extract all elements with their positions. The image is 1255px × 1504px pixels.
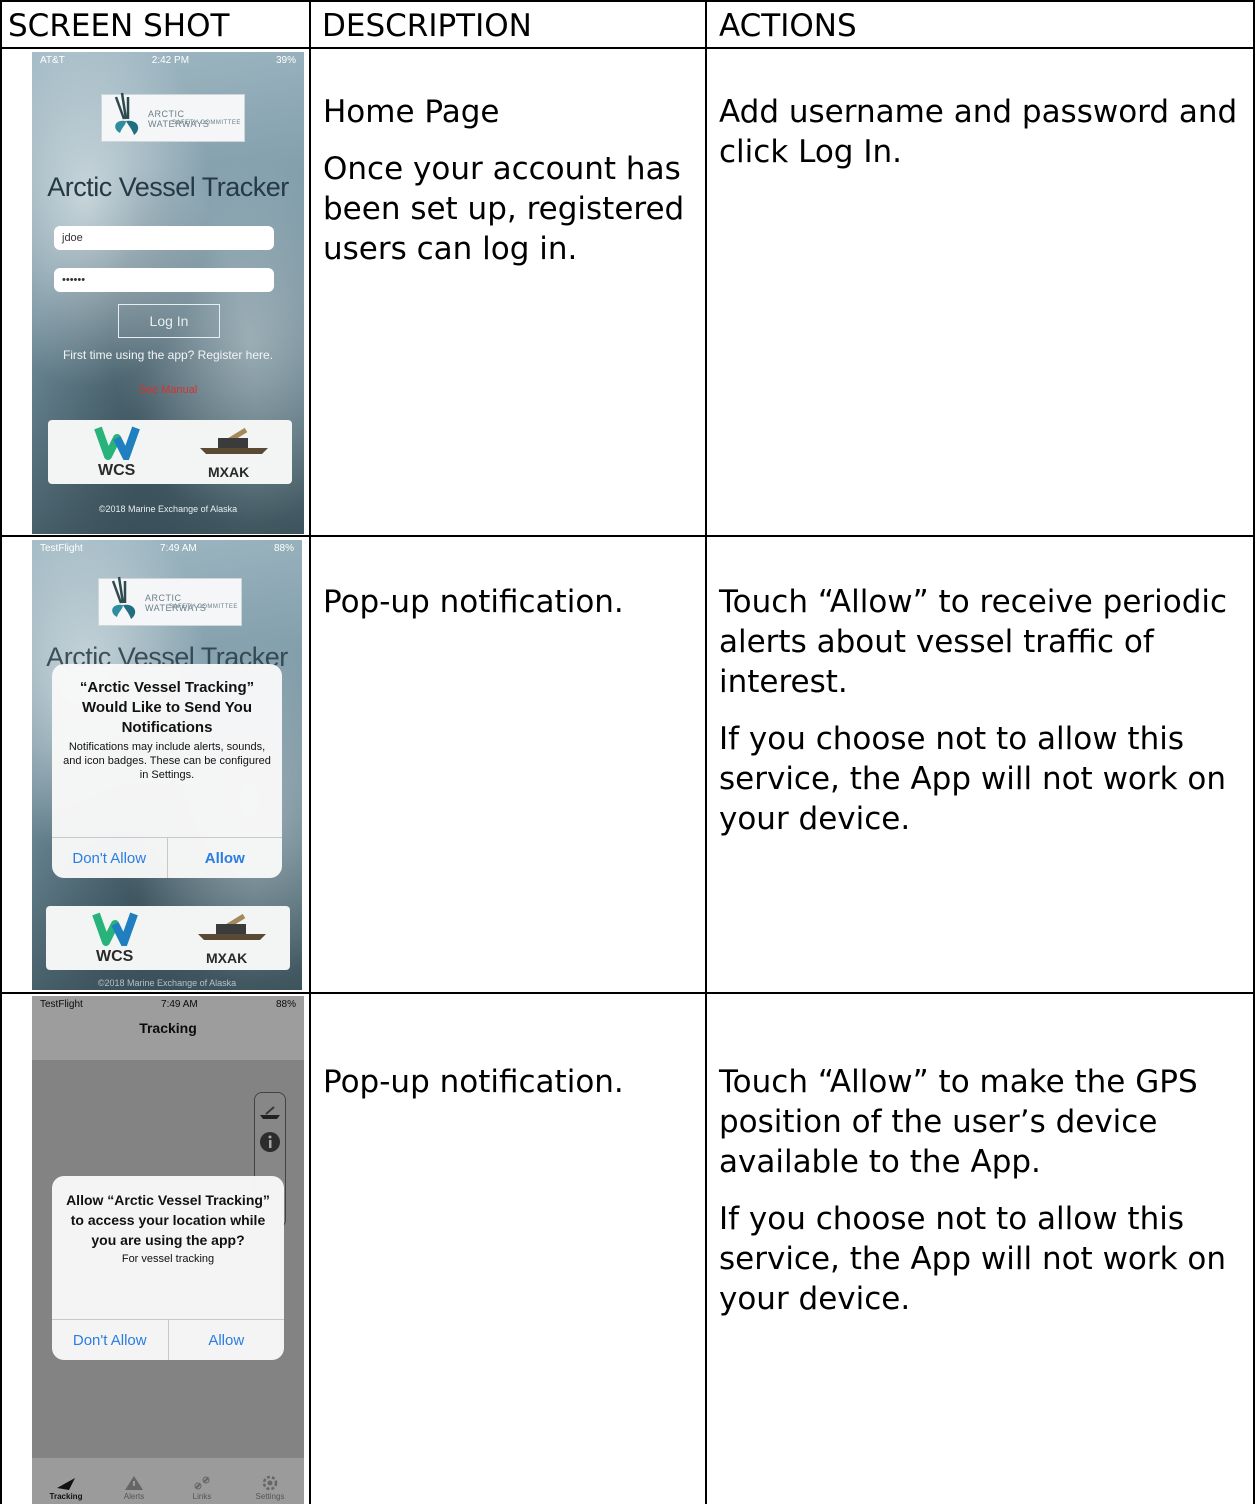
header-actions: ACTIONS (719, 8, 857, 44)
tab-links[interactable]: Links (168, 1458, 236, 1504)
mxak-label: MXAK (208, 464, 250, 480)
password-field[interactable]: •••••• (54, 268, 274, 292)
arctic-waterways-logo: ARCTIC WATERWAYS SAFETY COMMITTEE (98, 576, 242, 626)
action-paragraph: Touch “Allow” to receive periodic alerts… (719, 584, 1228, 700)
tracking-icon (57, 1478, 75, 1490)
location-alert-dialog: Allow “Arctic Vessel Tracking” to access… (52, 1176, 284, 1360)
dont-allow-button[interactable]: Don't Allow (52, 1320, 168, 1360)
header-screenshot: SCREEN SHOT (8, 8, 230, 44)
username-field[interactable]: jdoe (54, 226, 274, 250)
alert-title: Allow “Arctic Vessel Tracking” to access… (66, 1192, 270, 1248)
tab-label: Settings (255, 1492, 285, 1501)
logo-text: ARCTIC WATERWAYS (148, 109, 210, 129)
screenshot-login: AT&T 2:42 PM 39% ARCTIC WATERWAYS SAFETY… (32, 52, 304, 534)
mxak-logo-icon (200, 427, 268, 454)
alert-triangle-icon (125, 1476, 143, 1490)
manual-link[interactable]: See Manual (32, 384, 304, 396)
tab-settings[interactable]: Settings (236, 1458, 304, 1504)
alert-buttons: Don't Allow Allow (52, 837, 282, 878)
battery-label: 88% (273, 543, 294, 554)
wcs-label: WCS (98, 462, 136, 479)
tab-bar: Tracking Alerts Links Settings (32, 1458, 304, 1504)
action-paragraph: If you choose not to allow this service,… (719, 1201, 1227, 1317)
sponsor-logos: WCS MXAK (46, 906, 290, 970)
sponsor-logos: WCS MXAK (48, 420, 292, 484)
alert-message: For vessel tracking (121, 1253, 215, 1265)
carrier-label: AT&T (40, 55, 65, 66)
description-paragraph: Once your account has been set up, regis… (323, 151, 685, 267)
row3-actions: Touch “Allow” to make the GPS position o… (719, 1062, 1249, 1336)
alert-message: Notifications may include alerts, sounds… (63, 741, 271, 781)
dont-allow-button[interactable]: Don't Allow (52, 838, 167, 878)
table-border-top (0, 0, 1255, 2)
status-time: 7:49 AM (160, 543, 197, 554)
tab-tracking[interactable]: Tracking (32, 1458, 100, 1504)
alert-title: “Arctic Vessel Tracking” Would Like to S… (79, 679, 255, 736)
arctic-waterways-logo: ARCTIC WATERWAYS SAFETY COMMITTEE (101, 92, 245, 142)
description-paragraph: Pop-up notification. (323, 1064, 624, 1100)
tab-alerts[interactable]: Alerts (100, 1458, 168, 1504)
row-divider (0, 535, 1255, 537)
status-time: 2:42 PM (151, 55, 190, 66)
row-divider (0, 47, 1255, 49)
alert-buttons: Don't Allow Allow (52, 1319, 284, 1360)
logo-icon (114, 92, 139, 135)
logo-subtext: SAFETY COMMITTEE (169, 604, 238, 610)
row2-description: Pop-up notification. (323, 582, 693, 639)
app-title: Arctic Vessel Tracker (47, 172, 289, 202)
row1-actions: Add username and password and click Log … (719, 92, 1239, 189)
wcs-label: WCS (96, 948, 134, 965)
action-paragraph: Touch “Allow” to make the GPS position o… (719, 1064, 1198, 1180)
action-paragraph: Add username and password and click Log … (719, 94, 1238, 170)
column-divider (309, 0, 311, 1504)
wcs-logo-icon (94, 426, 140, 460)
register-link[interactable]: First time using the app? Register here. (32, 348, 304, 362)
mxak-label: MXAK (206, 950, 248, 966)
login-button[interactable]: Log In (118, 304, 220, 338)
screenshot-notification-alert: TestFlight 7:49 AM 88% ARCTIC WATERWAYS … (32, 540, 302, 990)
logo-text: ARCTIC WATERWAYS (145, 593, 207, 613)
instruction-table: SCREEN SHOT DESCRIPTION ACTIONS Home Pag… (0, 0, 1255, 1504)
table-border-left (0, 0, 2, 1504)
row3-description: Pop-up notification. (323, 1062, 693, 1119)
notification-alert-dialog: “Arctic Vessel Tracking” Would Like to S… (52, 664, 282, 878)
allow-button[interactable]: Allow (166, 838, 283, 878)
allow-button[interactable]: Allow (167, 1320, 285, 1360)
logo-icon (111, 576, 136, 619)
tab-label: Tracking (49, 1492, 83, 1501)
copyright-text: ©2018 Marine Exchange of Alaska (98, 504, 238, 514)
status-bar: AT&T 2:42 PM 39% (32, 52, 304, 70)
screenshot-location-alert: TestFlight 7:49 AM 88% Tracking Allow “A… (32, 996, 304, 1504)
header-description: DESCRIPTION (322, 8, 532, 44)
logo-subtext: SAFETY COMMITTEE (172, 120, 241, 126)
wcs-logo-icon (92, 912, 138, 946)
tab-label: Links (192, 1492, 212, 1501)
mxak-logo-icon (198, 913, 266, 940)
row2-actions: Touch “Allow” to receive periodic alerts… (719, 582, 1249, 856)
status-bar: TestFlight 7:49 AM 88% (32, 540, 302, 558)
gear-icon (262, 1475, 278, 1491)
testflight-label: TestFlight (40, 543, 83, 554)
tab-label: Alerts (123, 1492, 145, 1501)
link-icon (194, 1476, 210, 1490)
row-divider (0, 992, 1255, 994)
description-paragraph: Home Page (323, 94, 500, 130)
row1-description: Home Page Once your account has been set… (323, 92, 693, 286)
copyright-text: ©2018 Marine Exchange of Alaska (97, 978, 237, 988)
description-paragraph: Pop-up notification. (323, 584, 624, 620)
battery-label: 39% (275, 55, 296, 66)
action-paragraph: If you choose not to allow this service,… (719, 721, 1227, 837)
column-divider (705, 0, 707, 1504)
